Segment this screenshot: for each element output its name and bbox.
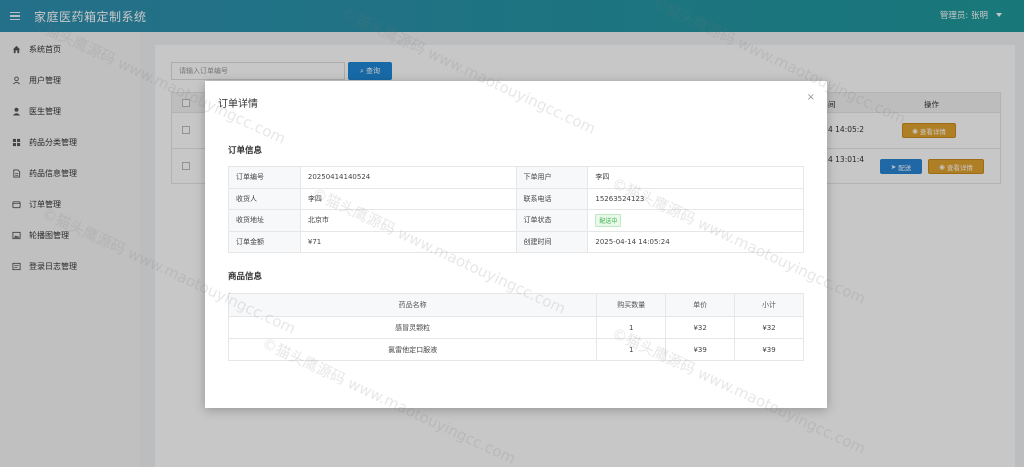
amount-label: 订单金额 <box>228 230 301 253</box>
table-row: 收货地址 北京市 订单状态 配送中 <box>228 209 804 232</box>
col-name-header: 药品名称 <box>227 293 598 317</box>
col-subtotal-header: 小计 <box>734 293 804 317</box>
goods-table-header: 药品名称 购买数量 单价 小计 <box>227 293 804 317</box>
modal-title: 订单详情 <box>218 99 258 110</box>
table-row: 感冒灵颗粒 1 ¥32 ¥32 <box>227 316 804 339</box>
receiver-value: 李四 <box>299 187 517 210</box>
table-row: 订单金额 ¥71 创建时间 2025-04-14 14:05:24 <box>228 230 804 253</box>
table-row: 收货人 李四 联系电话 15263524123 <box>228 187 804 210</box>
phone-value: 15263524123 <box>587 187 804 210</box>
order-no-value: 20250414140524 <box>299 166 517 189</box>
status-label: 订单状态 <box>515 209 589 232</box>
order-detail-modal: 订单详情 × 订单信息 订单编号 20250414140524 下单用户 李四 … <box>205 81 827 408</box>
user-value: 李四 <box>587 166 804 189</box>
goods-table: 药品名称 购买数量 单价 小计 感冒灵颗粒 1 ¥32 ¥32 氯雷他定口服液 … <box>227 293 804 361</box>
table-row: 氯雷他定口服液 1 ¥39 ¥39 <box>227 338 804 361</box>
goods-info-title: 商品信息 <box>228 272 263 282</box>
receiver-label: 收货人 <box>228 187 301 210</box>
status-badge: 配送中 <box>595 213 622 227</box>
goods-name: 感冒灵颗粒 <box>227 316 598 339</box>
created-value: 2025-04-14 14:05:24 <box>587 230 804 253</box>
order-info-title: 订单信息 <box>228 146 263 156</box>
goods-subtotal: ¥32 <box>734 316 804 339</box>
amount-value: ¥71 <box>299 230 517 253</box>
goods-price: ¥39 <box>665 338 736 361</box>
user-label: 下单用户 <box>515 166 589 189</box>
order-info-table: 订单编号 20250414140524 下单用户 李四 收货人 李四 联系电话 … <box>228 166 804 253</box>
address-value: 北京市 <box>299 209 517 232</box>
goods-subtotal: ¥39 <box>734 338 804 361</box>
phone-label: 联系电话 <box>515 187 589 210</box>
address-label: 收货地址 <box>228 209 301 232</box>
goods-name: 氯雷他定口服液 <box>227 338 598 361</box>
col-qty-header: 购买数量 <box>596 293 667 317</box>
col-price-header: 单价 <box>665 293 736 317</box>
goods-price: ¥32 <box>665 316 736 339</box>
goods-qty: 1 <box>596 338 667 361</box>
table-row: 订单编号 20250414140524 下单用户 李四 <box>228 166 804 189</box>
created-label: 创建时间 <box>515 230 589 253</box>
goods-qty: 1 <box>596 316 667 339</box>
close-icon[interactable]: × <box>807 92 815 103</box>
status-cell: 配送中 <box>587 209 804 232</box>
order-no-label: 订单编号 <box>228 166 301 189</box>
